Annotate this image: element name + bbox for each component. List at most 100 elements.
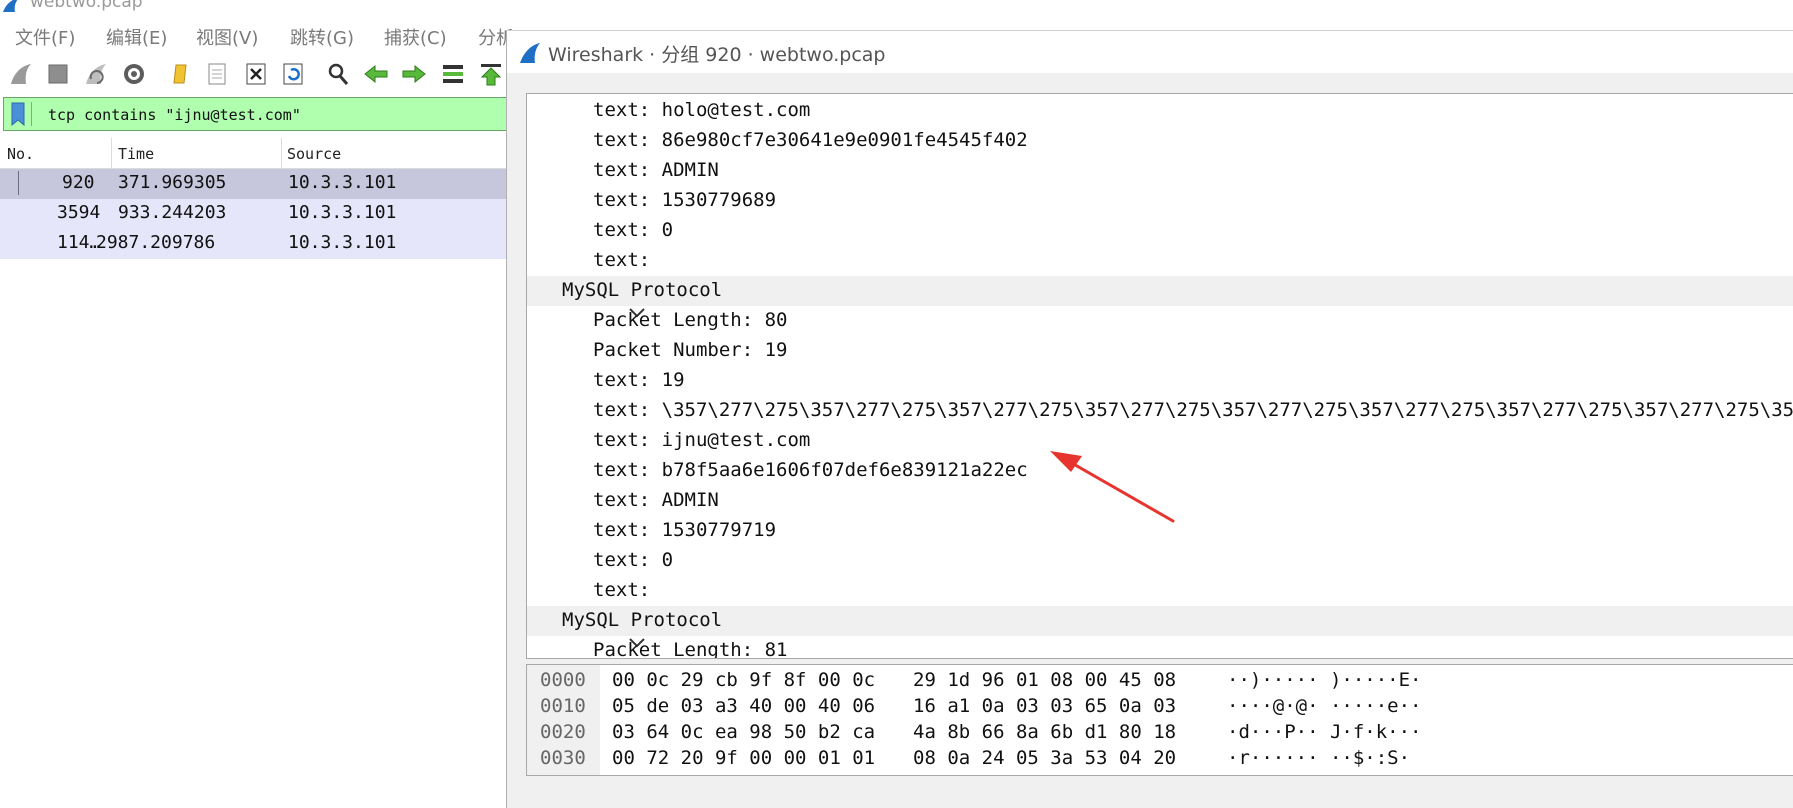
hex-ascii: ·d···P·· J·f·k···: [1227, 721, 1422, 743]
menu-file[interactable]: 文件(F): [15, 24, 75, 50]
hex-bytes: 29 1d 96 01 08 00 45 08: [913, 669, 1177, 691]
wireshark-fin-icon: [520, 43, 540, 63]
tree-field[interactable]: text: holo@test.com: [527, 96, 1793, 126]
tree-field[interactable]: text: 19: [527, 366, 1793, 396]
dialog-title: Wireshark · 分组 920 · webtwo.pcap: [548, 44, 886, 66]
tree-field[interactable]: text: ijnu@test.com: [527, 426, 1793, 456]
tree-field[interactable]: text: 86e980cf7e30641e9e0901fe4545f402: [527, 126, 1793, 156]
find-packet-icon[interactable]: [325, 61, 351, 87]
column-divider[interactable]: [111, 138, 112, 168]
go-to-packet-icon[interactable]: [440, 61, 466, 87]
field-text: Packet Length: 81: [593, 639, 788, 659]
tree-field[interactable]: text: \357\277\275\357\277\275\357\277\2…: [527, 396, 1793, 426]
hex-ascii: ····@·@· ·····e··: [1227, 695, 1422, 717]
hex-row[interactable]: 0030 00 72 20 9f 00 00 01 01 08 0a 24 05…: [527, 746, 1793, 772]
chevron-down-icon[interactable]: [533, 278, 645, 318]
tree-section-mysql[interactable]: MySQL Protocol: [527, 606, 1793, 648]
packet-time: 2987.209786: [96, 232, 216, 253]
hex-offset: 0010: [540, 695, 586, 717]
packet-list: No. Time Source 920 371.969305 10.3.3.10…: [0, 138, 506, 808]
tree-section-mysql[interactable]: MySQL Protocol: [527, 276, 1793, 318]
menu-edit[interactable]: 编辑(E): [106, 24, 167, 50]
hex-bytes: 00 72 20 9f 00 00 01 01: [612, 747, 876, 769]
main-toolbar: [0, 55, 520, 93]
hex-row[interactable]: 0020 03 64 0c ea 98 50 b2 ca 4a 8b 66 8a…: [527, 720, 1793, 746]
save-file-icon[interactable]: [204, 61, 230, 87]
hex-row[interactable]: 0000 00 0c 29 cb 9f 8f 00 0c 29 1d 96 01…: [527, 668, 1793, 694]
hex-bytes: 4a 8b 66 8a 6b d1 80 18: [913, 721, 1177, 743]
field-text: text: 1530779719: [593, 519, 777, 541]
packet-row[interactable]: 3594 933.244203 10.3.3.101: [0, 199, 506, 229]
display-filter-input[interactable]: tcp contains "ijnu@test.com": [48, 106, 301, 124]
field-text: text: ADMIN: [593, 489, 719, 511]
tree-field[interactable]: text: 0: [527, 546, 1793, 576]
go-forward-icon[interactable]: [401, 61, 427, 87]
chevron-down-icon[interactable]: [533, 608, 645, 648]
field-text: text: b78f5aa6e1606f07def6e839121a22ec: [593, 459, 1028, 481]
field-text: text: \357\277\275\357\277\275\357\277\2…: [593, 399, 1793, 421]
menu-view[interactable]: 视图(V): [196, 24, 258, 50]
hex-bytes: 00 0c 29 cb 9f 8f 00 0c: [612, 669, 876, 691]
tree-field[interactable]: text: b78f5aa6e1606f07def6e839121a22ec: [527, 456, 1793, 486]
start-capture-icon[interactable]: [8, 61, 34, 87]
go-back-icon[interactable]: [363, 61, 389, 87]
column-divider[interactable]: [281, 138, 282, 168]
packet-no: 3594: [57, 202, 101, 223]
open-file-icon[interactable]: [170, 61, 196, 87]
hex-offset: 0020: [540, 721, 586, 743]
column-no[interactable]: No.: [7, 145, 34, 163]
tree-field[interactable]: text: ADMIN: [527, 156, 1793, 186]
packet-source: 10.3.3.101: [288, 172, 397, 193]
tree-field[interactable]: text: ADMIN: [527, 486, 1793, 516]
field-text: Packet Length: 80: [593, 309, 788, 331]
packet-list-header: No. Time Source: [0, 138, 506, 169]
hex-offset: 0000: [540, 669, 586, 691]
go-first-packet-icon[interactable]: [478, 61, 504, 87]
field-text: text:: [593, 249, 651, 271]
row-marker: [2, 171, 19, 195]
bookmark-icon[interactable]: [9, 102, 32, 126]
packet-details-tree[interactable]: text: holo@test.com text: 86e980cf7e3064…: [526, 93, 1793, 659]
main-window-title: webtwo.pcap: [30, 0, 143, 12]
menu-capture[interactable]: 捕获(C): [384, 24, 447, 50]
menu-go[interactable]: 跳转(G): [290, 24, 354, 50]
column-time[interactable]: Time: [118, 145, 154, 163]
main-window-title-bar: webtwo.pcap: [0, 0, 520, 12]
field-text: text: ijnu@test.com: [593, 429, 811, 451]
packet-row[interactable]: 920 371.969305 10.3.3.101: [0, 169, 506, 199]
field-text: text: 0: [593, 219, 674, 241]
close-file-icon[interactable]: [243, 61, 269, 87]
stop-capture-icon[interactable]: [45, 61, 71, 87]
packet-no: 114…: [57, 232, 101, 253]
field-text: text: ADMIN: [593, 159, 719, 181]
hex-bytes: 16 a1 0a 03 03 65 0a 03: [913, 695, 1177, 717]
packet-time: 371.969305: [118, 172, 227, 193]
packet-dialog: Wireshark · 分组 920 · webtwo.pcap text: h…: [506, 30, 1793, 808]
display-filter-bar[interactable]: tcp contains "ijnu@test.com": [3, 97, 508, 131]
field-text: text: 19: [593, 369, 685, 391]
hex-ascii: ··)····· )·····E·: [1227, 669, 1422, 691]
packet-row[interactable]: 114… 2987.209786 10.3.3.101: [0, 229, 506, 259]
field-text: text:: [593, 579, 651, 601]
capture-options-icon[interactable]: [121, 61, 147, 87]
dialog-title-bar[interactable]: Wireshark · 分组 920 · webtwo.pcap: [507, 31, 1793, 73]
tree-field[interactable]: Packet Number: 19: [527, 336, 1793, 366]
tree-field[interactable]: Packet Length: 80: [527, 306, 1793, 336]
hex-ascii: ·r······ ··$·:S·: [1227, 747, 1422, 769]
hex-bytes: 05 de 03 a3 40 00 40 06: [612, 695, 876, 717]
tree-field[interactable]: text:: [527, 246, 1793, 276]
reload-file-icon[interactable]: [280, 61, 306, 87]
field-text: text: 0: [593, 549, 674, 571]
field-text: text: holo@test.com: [593, 99, 811, 121]
tree-field[interactable]: text: 1530779719: [527, 516, 1793, 546]
column-source[interactable]: Source: [287, 145, 341, 163]
packet-bytes-pane[interactable]: 0000 00 0c 29 cb 9f 8f 00 0c 29 1d 96 01…: [526, 664, 1793, 776]
tree-field[interactable]: text: 1530779689: [527, 186, 1793, 216]
tree-field[interactable]: Packet Length: 81: [527, 636, 1793, 659]
section-label: MySQL Protocol: [562, 609, 723, 631]
tree-field[interactable]: text:: [527, 576, 1793, 606]
field-text: text: 86e980cf7e30641e9e0901fe4545f402: [593, 129, 1028, 151]
hex-row[interactable]: 0010 05 de 03 a3 40 00 40 06 16 a1 0a 03…: [527, 694, 1793, 720]
tree-field[interactable]: text: 0: [527, 216, 1793, 246]
restart-capture-icon[interactable]: [83, 61, 109, 87]
